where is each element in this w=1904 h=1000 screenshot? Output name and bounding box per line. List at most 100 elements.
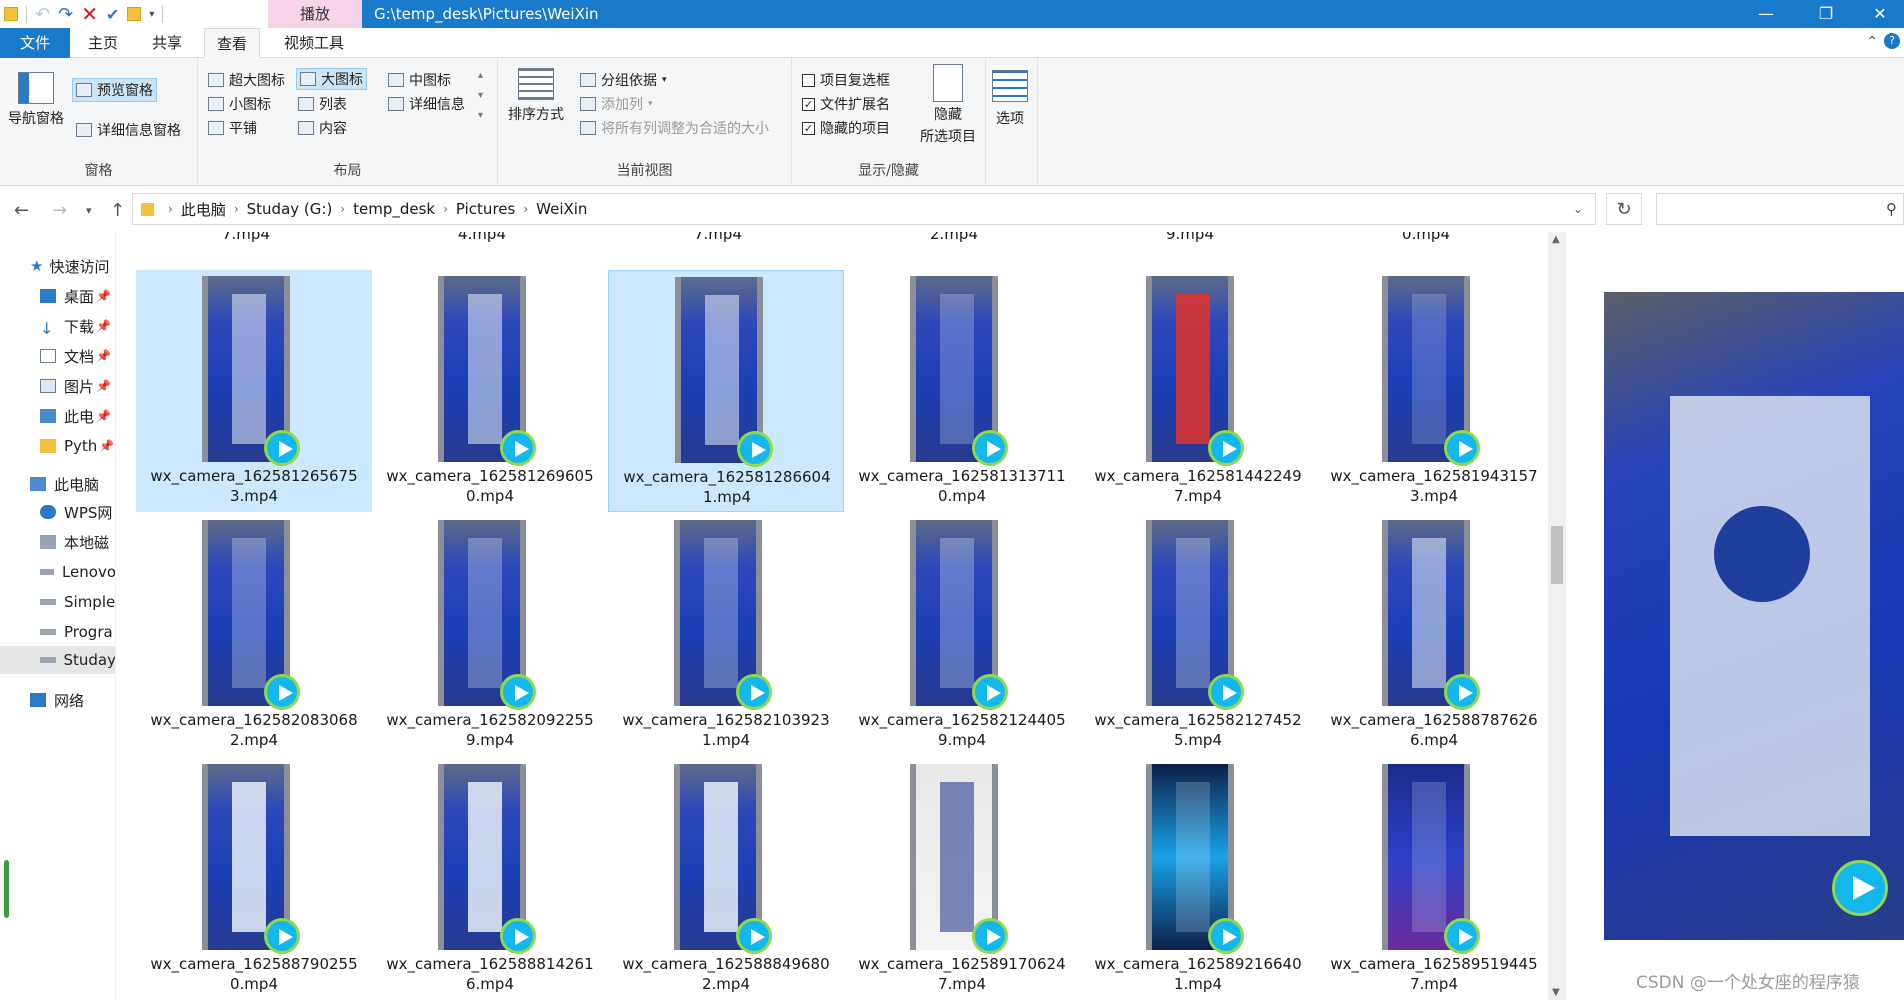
preview-pane-button[interactable]: 预览窗格 (72, 78, 157, 102)
item-checkboxes-toggle[interactable]: 项目复选框 (802, 70, 890, 90)
breadcrumb-item[interactable]: temp_desk (353, 200, 435, 218)
file-tile[interactable]: wx_camera_162588814261 6.mp4 (372, 758, 608, 1000)
minimize-button[interactable]: — (1736, 0, 1796, 28)
hidden-items-toggle[interactable]: ✓ 隐藏的项目 (802, 118, 890, 138)
nav-pane-button[interactable]: 导航窗格 (8, 72, 64, 128)
file-tile[interactable]: wx_camera_162582083068 2.mp4 (136, 514, 372, 756)
hide-selected-button[interactable]: 隐藏 所选项目 (920, 64, 976, 146)
medium-icons-option[interactable]: 中图标 (388, 70, 451, 90)
nav-wps[interactable]: WPS网 (0, 498, 115, 526)
extra-large-icons-option[interactable]: 超大图标 (208, 70, 285, 90)
file-tile[interactable]: wx_camera_162582124405 9.mp4 (844, 514, 1080, 756)
undo-icon[interactable]: ↶ (35, 4, 50, 25)
file-tile[interactable]: wx_camera_162588787626 6.mp4 (1316, 514, 1548, 756)
file-tile[interactable]: wx_camera_162589216640 1.mp4 (1080, 758, 1316, 1000)
nav-simple[interactable]: Simple (0, 588, 115, 616)
recent-locations-icon[interactable]: ▾ (86, 204, 92, 217)
list-option[interactable]: 列表 (298, 94, 347, 114)
maximize-button[interactable]: ❐ (1796, 0, 1856, 28)
file-extensions-toggle[interactable]: ✓ 文件扩展名 (802, 94, 890, 114)
file-tile[interactable]: wx_camera_162581313711 0.mp4 (844, 270, 1080, 512)
nav-progra[interactable]: Progra (0, 618, 115, 646)
small-icons-option[interactable]: 小图标 (208, 94, 271, 114)
file-tile[interactable]: wx_camera_162581265675 3.mp4 (136, 270, 372, 512)
scroll-down-icon[interactable]: ▼ (1552, 987, 1560, 998)
file-tile[interactable]: wx_camera_162589519445 7.mp4 (1316, 758, 1548, 1000)
nav-this-pc-pinned[interactable]: 此电 📌 (0, 402, 115, 430)
nav-desktop[interactable]: 桌面 📌 (0, 282, 115, 310)
checkbox-unchecked[interactable] (802, 73, 815, 87)
nav-pyth[interactable]: Pyth 📌 (0, 432, 115, 460)
redo-icon[interactable]: ↷ (58, 4, 73, 25)
tab-share[interactable]: 共享 (140, 28, 194, 58)
delete-icon[interactable]: ✕ (81, 2, 98, 26)
partial-file-name[interactable]: 0.mp4 (1308, 232, 1544, 244)
add-columns-button[interactable]: 添加列 ▾ (580, 94, 653, 114)
nav-documents[interactable]: 文档 📌 (0, 342, 115, 370)
breadcrumb-item[interactable]: Pictures (456, 200, 515, 218)
content-option[interactable]: 内容 (298, 118, 347, 138)
chevron-right-icon[interactable]: › (234, 202, 239, 216)
help-icon[interactable]: ? (1884, 33, 1900, 49)
properties-icon[interactable]: ✔ (106, 5, 119, 24)
breadcrumb-item[interactable]: 此电脑 (181, 199, 226, 220)
scroll-up-icon[interactable]: ▲ (1552, 234, 1560, 245)
partial-file-name[interactable]: 2.mp4 (836, 232, 1072, 244)
nav-quick-access[interactable]: ★ 快速访问 (0, 252, 115, 280)
file-tile[interactable]: wx_camera_162581442249 7.mp4 (1080, 270, 1316, 512)
back-icon[interactable]: ← (14, 200, 29, 221)
context-tab-play[interactable]: 播放 (268, 0, 362, 28)
group-by-button[interactable]: 分组依据 ▾ (580, 70, 667, 90)
chevron-right-icon[interactable]: › (523, 202, 528, 216)
file-tile[interactable]: wx_camera_162581943157 3.mp4 (1316, 270, 1548, 512)
forward-icon[interactable]: → (52, 200, 67, 221)
nav-downloads[interactable]: ↓ 下载 📌 (0, 312, 115, 340)
partial-file-name[interactable]: 7.mp4 (600, 232, 836, 244)
customize-qat-icon[interactable]: ▾ (149, 9, 154, 20)
refresh-icon[interactable]: ↻ (1606, 193, 1642, 225)
partial-file-name[interactable]: 4.mp4 (364, 232, 600, 244)
scrollbar-thumb[interactable] (1551, 526, 1563, 584)
file-tile[interactable]: wx_camera_162588790255 0.mp4 (136, 758, 372, 1000)
partial-file-name[interactable]: 9.mp4 (1072, 232, 1308, 244)
vertical-scrollbar[interactable]: ▲ ▼ (1548, 232, 1566, 1000)
nav-studay[interactable]: Studay (0, 646, 115, 674)
tab-view[interactable]: 查看 (204, 28, 260, 58)
breadcrumb-item[interactable]: Studay (G:) (247, 200, 333, 218)
collapse-ribbon-icon[interactable]: ⌃ (1866, 34, 1878, 50)
play-icon[interactable] (1832, 860, 1888, 916)
options-button[interactable]: 选项 (992, 70, 1028, 128)
nav-pictures[interactable]: 图片 📌 (0, 372, 115, 400)
search-input[interactable]: ⚲ (1656, 193, 1904, 225)
tab-file[interactable]: 文件 (0, 28, 70, 58)
file-tile[interactable]: wx_camera_162581269605 0.mp4 (372, 270, 608, 512)
chevron-down-icon[interactable]: ⌄ (1573, 202, 1583, 216)
tab-video-tools[interactable]: 视频工具 (272, 28, 356, 58)
file-tile[interactable]: wx_camera_162581286604 1.mp4 (608, 270, 844, 512)
sort-by-button[interactable]: 排序方式 (508, 68, 564, 124)
chevron-right-icon[interactable]: › (443, 202, 448, 216)
size-columns-button[interactable]: 将所有列调整为合适的大小 (580, 118, 769, 138)
file-tile[interactable]: wx_camera_162582092255 9.mp4 (372, 514, 608, 756)
file-tile[interactable]: wx_camera_162588849680 2.mp4 (608, 758, 844, 1000)
nav-lenovo[interactable]: Lenovo (0, 558, 115, 586)
new-folder-icon[interactable] (127, 7, 142, 21)
large-icons-option[interactable]: 大图标 (296, 68, 367, 90)
checkbox-checked[interactable]: ✓ (802, 121, 815, 135)
details-option[interactable]: 详细信息 (388, 94, 465, 114)
file-tile[interactable]: wx_camera_162582103923 1.mp4 (608, 514, 844, 756)
tiles-option[interactable]: 平铺 (208, 118, 257, 138)
close-button[interactable]: ✕ (1856, 0, 1904, 28)
nav-network[interactable]: 网络 (0, 686, 115, 714)
details-pane-button[interactable]: 详细信息窗格 (76, 120, 181, 140)
nav-local-disk[interactable]: 本地磁 (0, 528, 115, 556)
address-bar[interactable]: › 此电脑 › Studay (G:) › temp_desk › Pictur… (132, 193, 1596, 225)
layout-scroll-arrows[interactable]: ▴ ▾ ▾ (478, 66, 483, 126)
breadcrumb-item[interactable]: WeiXin (536, 200, 587, 218)
tab-home[interactable]: 主页 (76, 28, 130, 58)
checkbox-checked[interactable]: ✓ (802, 97, 815, 111)
partial-file-name[interactable]: 7.mp4 (128, 232, 364, 244)
file-tile[interactable]: wx_camera_162589170624 7.mp4 (844, 758, 1080, 1000)
chevron-right-icon[interactable]: › (168, 202, 173, 216)
chevron-right-icon[interactable]: › (340, 202, 345, 216)
